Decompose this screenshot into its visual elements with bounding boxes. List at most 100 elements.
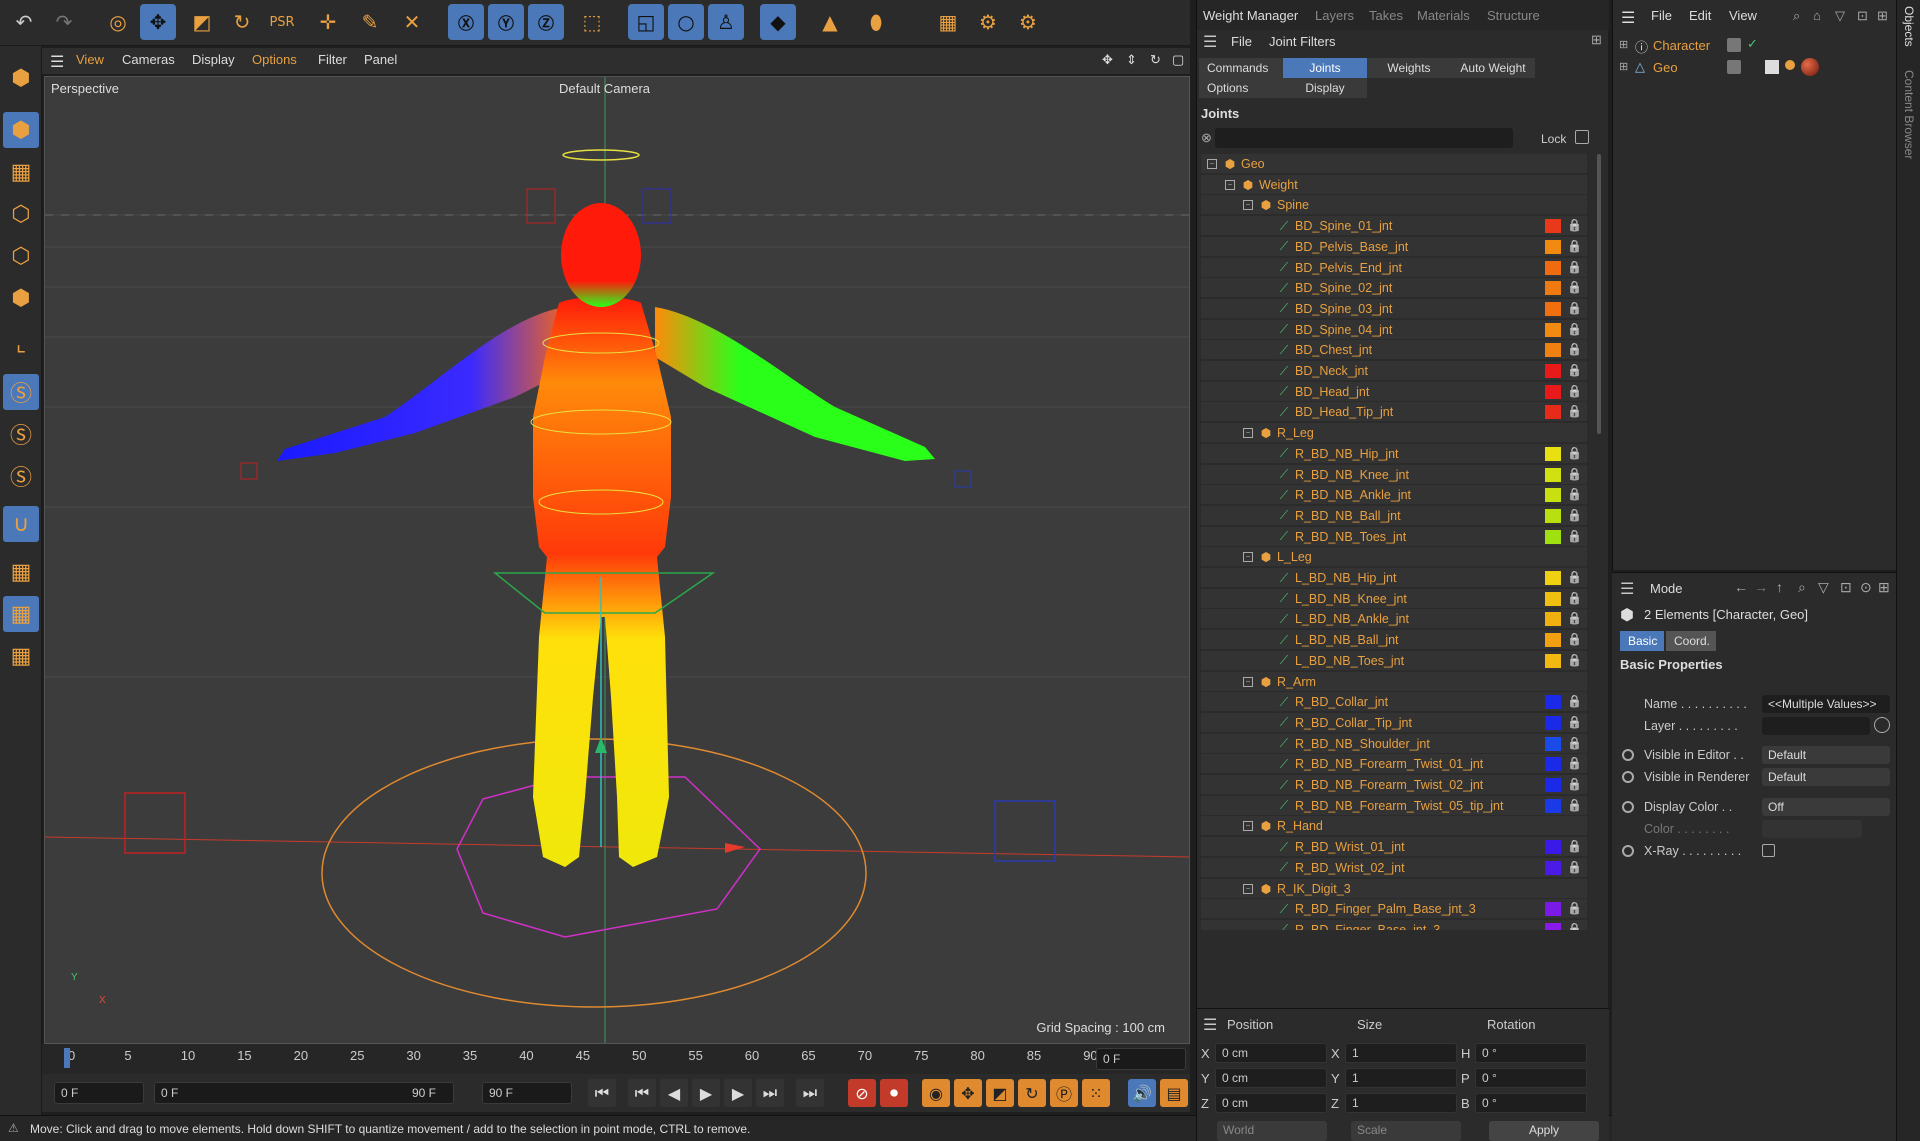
go-end-icon[interactable]: ⏭ — [796, 1079, 824, 1107]
range-start-field[interactable]: 0 F — [154, 1082, 454, 1104]
redo-icon[interactable]: ↷ — [46, 4, 82, 40]
joint-color-swatch[interactable] — [1545, 695, 1561, 710]
undo-icon[interactable]: ↶ — [6, 4, 42, 40]
coords-menu-icon[interactable]: ☰ — [1203, 1015, 1217, 1035]
vis-renderer-radio[interactable] — [1622, 771, 1634, 783]
menu-options[interactable]: Options — [252, 52, 297, 67]
joint-lock-icon[interactable]: 🔒 — [1567, 839, 1582, 853]
joint-lock-icon[interactable]: 🔒 — [1567, 570, 1582, 584]
om-lock-icon[interactable]: ⊡ — [1857, 8, 1868, 24]
joint-row[interactable]: ⟋ BD_Pelvis_End_jnt 🔒 — [1201, 257, 1587, 278]
joint-row[interactable]: ⟋ BD_Chest_jnt 🔒 — [1201, 340, 1587, 361]
joint-row[interactable]: ⟋ L_BD_NB_Knee_jnt 🔒 — [1201, 588, 1587, 609]
menu-filter[interactable]: Filter — [318, 52, 347, 67]
timeline-ruler[interactable]: 0 5 10 15 20 25 30 35 40 45 50 55 60 65 70 75 80 85 90 0 F — [42, 1044, 1190, 1074]
joint-lock-icon[interactable]: 🔒 — [1567, 611, 1582, 625]
collapse-icon[interactable]: − — [1243, 676, 1253, 687]
joint-color-swatch[interactable] — [1545, 467, 1561, 482]
skin-tag-icon[interactable] — [1785, 60, 1795, 70]
size-field[interactable]: 1 — [1345, 1093, 1457, 1113]
am-back-icon[interactable]: ← — [1734, 579, 1748, 595]
joint-lock-icon[interactable]: 🔒 — [1567, 363, 1582, 377]
expand-icon[interactable]: ⊞ — [1619, 38, 1628, 51]
joint-row[interactable]: ⟋ R_BD_Collar_Tip_jnt 🔒 — [1201, 712, 1587, 733]
joint-color-swatch[interactable] — [1545, 384, 1561, 399]
weight-brush-icon[interactable]: ✕ — [394, 4, 430, 40]
rotation-field[interactable]: 0 ° — [1475, 1068, 1587, 1088]
collapse-icon[interactable]: − — [1225, 179, 1235, 190]
key-param-icon[interactable]: Ⓟ — [1050, 1079, 1078, 1107]
snap-icon[interactable]: Ⓢ — [3, 374, 39, 410]
am-lock-icon[interactable]: ⊡ — [1840, 579, 1852, 596]
ik-tool-icon[interactable]: ⚙ — [1010, 4, 1046, 40]
am-tab-basic[interactable]: Basic — [1620, 631, 1664, 651]
subtab-auto-weight[interactable]: Auto Weight — [1451, 58, 1535, 78]
joint-tool-icon[interactable]: ⚙ — [970, 4, 1006, 40]
joint-row[interactable]: ⟋ R_BD_NB_Forearm_Twist_05_tip_jnt 🔒 — [1201, 795, 1587, 816]
go-start-icon[interactable]: ⏮ — [588, 1079, 616, 1107]
primitives-icon[interactable]: ▲ — [812, 4, 848, 40]
coord-space-dropdown[interactable]: World — [1217, 1121, 1327, 1141]
joint-color-swatch[interactable] — [1545, 633, 1561, 648]
collapse-icon[interactable]: − — [1207, 159, 1217, 169]
joint-row[interactable]: ⟋ R_BD_Wrist_01_jnt 🔒 — [1201, 837, 1587, 858]
xray-radio[interactable] — [1622, 845, 1634, 857]
joint-color-swatch[interactable] — [1545, 653, 1561, 668]
axis-mode-icon[interactable]: ⌞ — [3, 326, 39, 362]
position-field[interactable]: 0 cm — [1215, 1043, 1327, 1063]
menu-display[interactable]: Display — [192, 52, 235, 67]
joint-group-row[interactable]: − ⬢ R_Arm — [1201, 671, 1587, 692]
joint-color-swatch[interactable] — [1545, 798, 1561, 813]
joint-group-row[interactable]: − ⬢ L_Leg — [1201, 547, 1587, 568]
joint-row[interactable]: ⟋ R_BD_Collar_jnt 🔒 — [1201, 692, 1587, 713]
joint-search-input[interactable] — [1215, 128, 1513, 148]
point-mode-icon[interactable]: ⬡ — [3, 196, 39, 232]
viewport-menu-icon[interactable]: ☰ — [50, 52, 64, 72]
am-menu-icon[interactable]: ☰ — [1620, 579, 1634, 599]
joint-color-swatch[interactable] — [1545, 922, 1561, 930]
joint-color-swatch[interactable] — [1545, 260, 1561, 275]
layer-field[interactable] — [1762, 717, 1870, 735]
edge-mode-icon[interactable]: ⬡ — [3, 238, 39, 274]
perspective-viewport[interactable]: Perspective Default Camera Grid Spacing … — [44, 76, 1190, 1044]
joint-color-swatch[interactable] — [1545, 405, 1561, 420]
clear-search-icon[interactable]: ⊗ — [1201, 130, 1212, 146]
key-points-icon[interactable]: ⁙ — [1082, 1079, 1110, 1107]
joint-color-swatch[interactable] — [1545, 219, 1561, 234]
coord-mode-dropdown[interactable]: Scale — [1351, 1121, 1461, 1141]
joint-lock-icon[interactable]: 🔒 — [1567, 342, 1582, 356]
joint-lock-icon[interactable]: 🔒 — [1567, 756, 1582, 770]
prev-key-icon[interactable]: ⏮ — [628, 1079, 656, 1107]
layer-picker-icon[interactable] — [1874, 717, 1890, 733]
joint-color-swatch[interactable] — [1545, 281, 1561, 296]
y-axis-icon[interactable]: Ⓨ — [488, 4, 524, 40]
joint-lock-icon[interactable]: 🔒 — [1567, 901, 1582, 915]
rotate-tool-icon[interactable]: ↻ — [224, 4, 260, 40]
joint-lock-icon[interactable]: 🔒 — [1567, 467, 1582, 481]
select-tool-icon[interactable]: ◎ — [100, 4, 136, 40]
tab-layers[interactable]: Layers — [1315, 8, 1354, 23]
joint-row[interactable]: ⟋ L_BD_NB_Ball_jnt 🔒 — [1201, 630, 1587, 651]
joint-row[interactable]: ⟋ R_BD_Wrist_02_jnt 🔒 — [1201, 857, 1587, 878]
joint-color-swatch[interactable] — [1545, 736, 1561, 751]
joint-color-swatch[interactable] — [1545, 840, 1561, 855]
subtab-commands[interactable]: Commands — [1199, 58, 1283, 78]
joint-lock-icon[interactable]: 🔒 — [1567, 404, 1582, 418]
weight-tag-icon[interactable] — [1765, 60, 1779, 74]
wm-menu-icon[interactable]: ☰ — [1203, 32, 1217, 52]
om-filter-icon[interactable]: ▽ — [1835, 8, 1845, 24]
end-frame-field[interactable]: 90 F — [482, 1082, 572, 1104]
joint-lock-icon[interactable]: 🔒 — [1567, 487, 1582, 501]
wm-menu-joint-filters[interactable]: Joint Filters — [1269, 34, 1335, 49]
lock-checkbox[interactable] — [1575, 130, 1589, 144]
scale-tool-icon[interactable]: ◩ — [184, 4, 220, 40]
joint-row[interactable]: ⟋ L_BD_NB_Toes_jnt 🔒 — [1201, 650, 1587, 671]
joint-row[interactable]: ⟋ BD_Spine_02_jnt 🔒 — [1201, 278, 1587, 299]
joint-lock-icon[interactable]: 🔒 — [1567, 922, 1582, 930]
locked-workplane-icon[interactable]: ▦ — [3, 596, 39, 632]
joint-lock-icon[interactable]: 🔒 — [1567, 715, 1582, 729]
prev-frame-icon[interactable]: ◀ — [660, 1079, 688, 1107]
om-menu-file[interactable]: File — [1651, 8, 1672, 23]
joint-lock-icon[interactable]: 🔒 — [1567, 694, 1582, 708]
rotation-field[interactable]: 0 ° — [1475, 1093, 1587, 1113]
